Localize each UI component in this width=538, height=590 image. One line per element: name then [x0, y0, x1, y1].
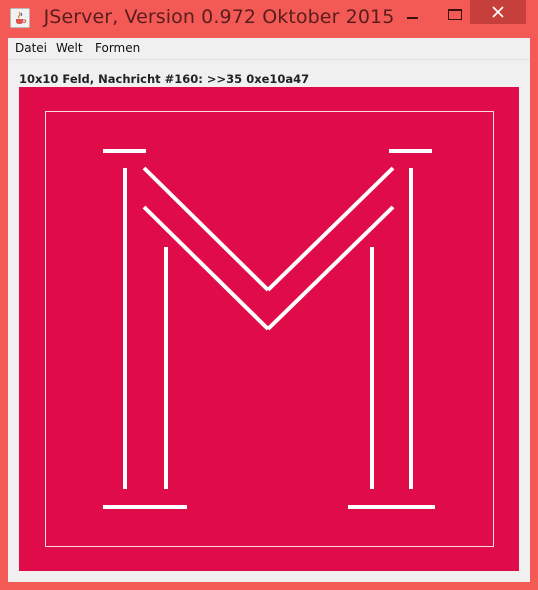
application-window: JServer, Version 0.972 Oktober 2015 Date…	[0, 0, 538, 590]
maximize-button[interactable]	[438, 1, 472, 27]
minimize-button[interactable]	[396, 1, 430, 27]
title-bar[interactable]: JServer, Version 0.972 Oktober 2015	[0, 0, 538, 38]
minimize-icon	[407, 17, 418, 19]
m-line	[142, 205, 270, 331]
window-bottom-border	[0, 582, 538, 590]
close-button[interactable]	[470, 0, 526, 24]
menu-formen[interactable]: Formen	[95, 41, 140, 55]
status-label: 10x10 Feld, Nachricht #160: >>35 0xe10a4…	[19, 72, 310, 86]
close-icon	[492, 6, 504, 18]
m-shape-lines	[103, 149, 435, 509]
game-board[interactable]	[19, 87, 519, 571]
m-line	[266, 205, 395, 331]
content-panel: 10x10 Feld, Nachricht #160: >>35 0xe10a4…	[8, 60, 530, 582]
menu-bar: Datei Welt Formen	[8, 38, 530, 60]
m-line	[142, 166, 270, 292]
m-line	[266, 166, 395, 292]
board-drawing	[45, 111, 494, 547]
menu-datei[interactable]: Datei	[15, 41, 47, 55]
window-title: JServer, Version 0.972 Oktober 2015	[43, 6, 395, 28]
menu-welt[interactable]: Welt	[56, 41, 83, 55]
maximize-icon	[448, 9, 462, 20]
